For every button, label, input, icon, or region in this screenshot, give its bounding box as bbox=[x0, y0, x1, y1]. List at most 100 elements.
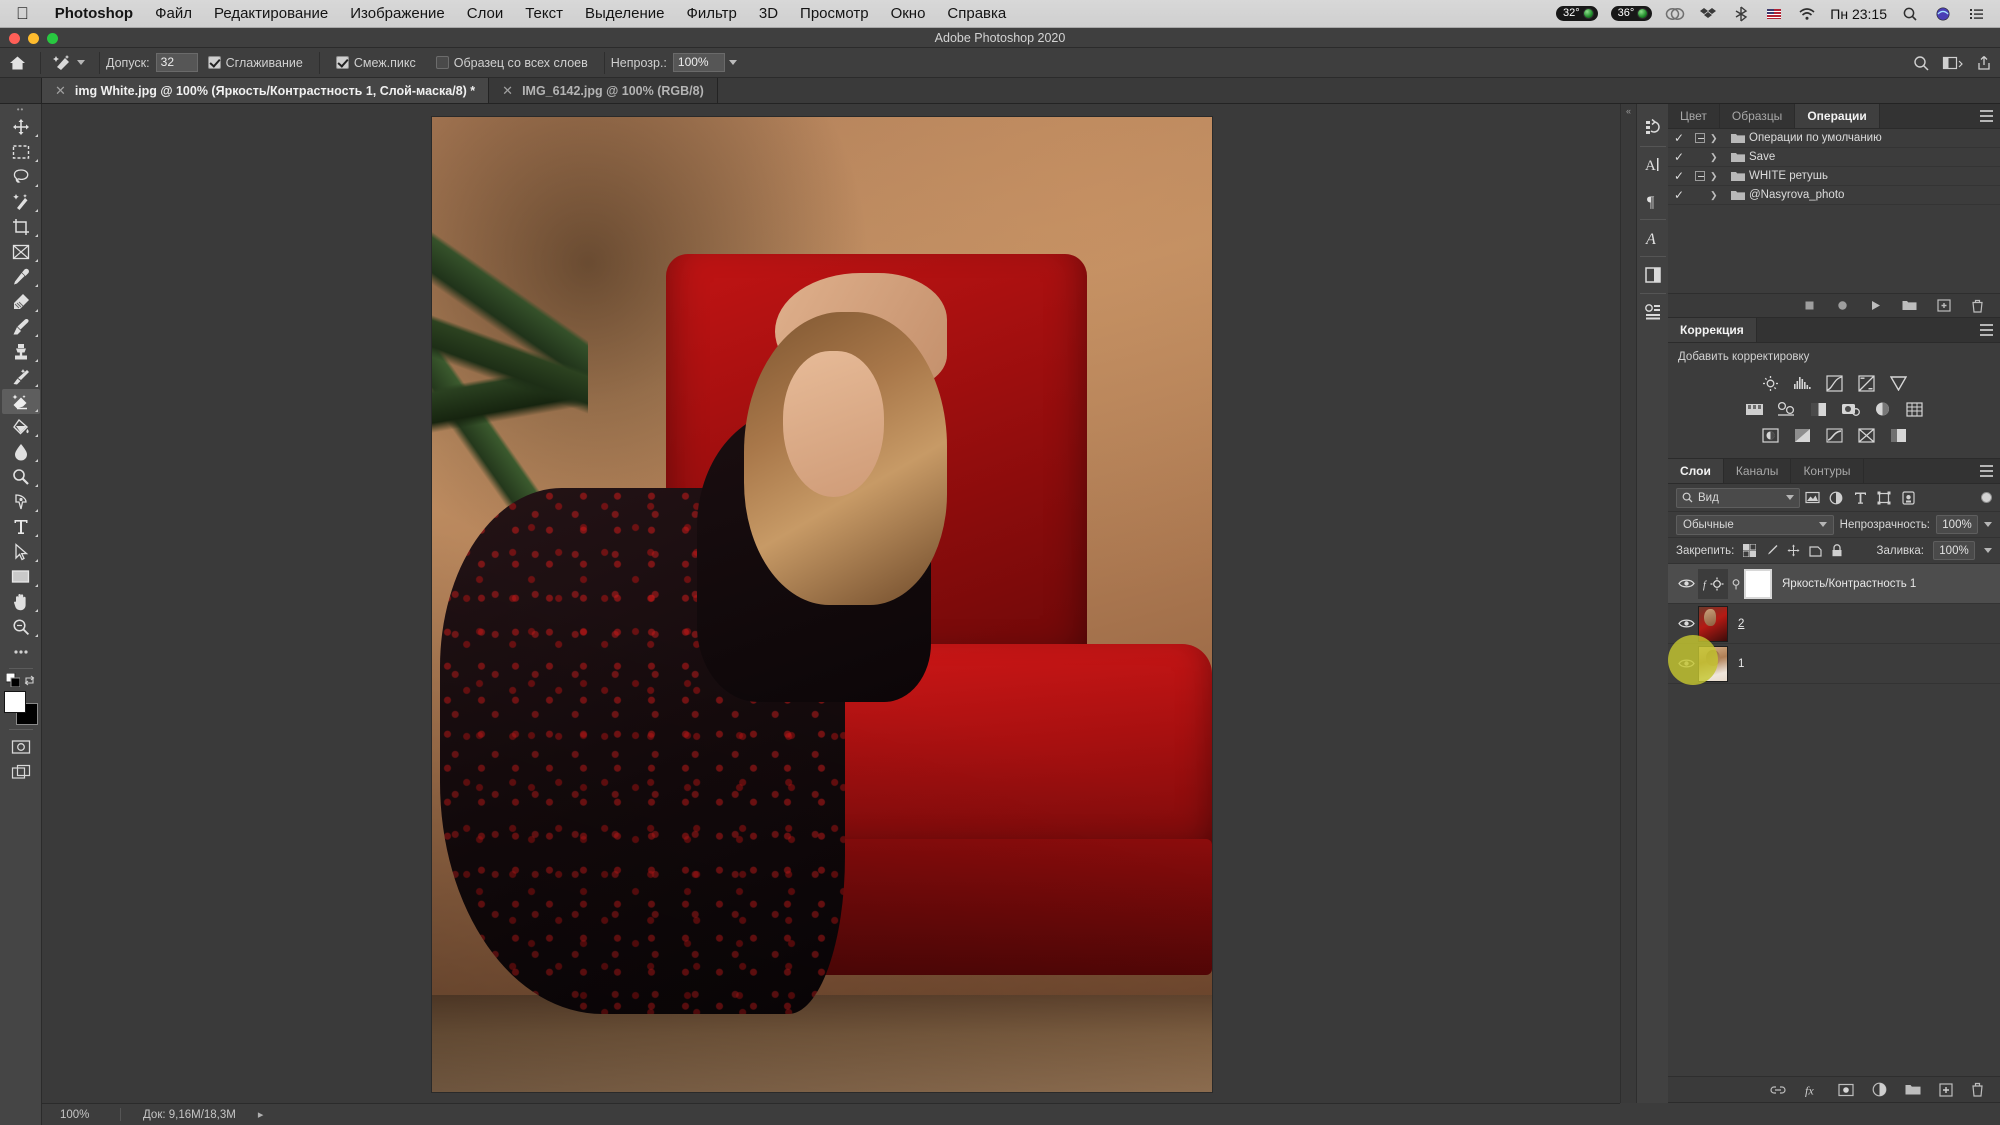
document-tab-active[interactable]: ✕ img White.jpg @ 100% (Яркость/Контраст… bbox=[42, 78, 490, 103]
layer-filter-select[interactable]: Вид bbox=[1676, 487, 1800, 508]
history-brush-tool[interactable] bbox=[2, 364, 40, 389]
add-mask-icon[interactable] bbox=[1838, 1083, 1854, 1097]
chevron-down-icon[interactable] bbox=[1786, 495, 1794, 500]
action-set-row[interactable]: ✓ ❯ WHITE ретушь bbox=[1668, 167, 2000, 186]
filter-adjustment-icon[interactable] bbox=[1824, 491, 1848, 505]
blur-tool[interactable] bbox=[2, 439, 40, 464]
action-set-row[interactable]: ✓ ❯ @Nasyrova_photo bbox=[1668, 186, 2000, 205]
panel-menu-icon[interactable] bbox=[1980, 324, 1993, 336]
close-icon[interactable]: ✕ bbox=[55, 83, 66, 99]
menu-window[interactable]: Окно bbox=[880, 5, 937, 22]
tab-swatches[interactable]: Образцы bbox=[1720, 104, 1796, 128]
sample-all-layers-checkbox[interactable]: Образец со всех слоев bbox=[435, 56, 588, 70]
tab-adjustments[interactable]: Коррекция bbox=[1668, 318, 1757, 342]
stop-icon[interactable] bbox=[1803, 299, 1816, 312]
action-enabled-check[interactable]: ✓ bbox=[1668, 188, 1690, 202]
photo-filter-icon[interactable] bbox=[1839, 399, 1861, 419]
chevron-down-icon[interactable] bbox=[1984, 548, 1992, 553]
pen-tool[interactable] bbox=[2, 489, 40, 514]
creative-cloud-icon[interactable] bbox=[1665, 5, 1685, 23]
notification-center-icon[interactable] bbox=[1966, 5, 1986, 23]
new-layer-icon[interactable] bbox=[1939, 1082, 1953, 1097]
exposure-icon[interactable] bbox=[1855, 373, 1877, 393]
tab-channels[interactable]: Каналы bbox=[1724, 459, 1792, 483]
action-modal-toggle[interactable] bbox=[1690, 171, 1710, 181]
rectangular-marquee-tool[interactable] bbox=[2, 139, 40, 164]
action-enabled-check[interactable]: ✓ bbox=[1668, 169, 1690, 183]
tab-paths[interactable]: Контуры bbox=[1791, 459, 1864, 483]
current-tool-preset[interactable] bbox=[47, 54, 93, 72]
default-colors-icon[interactable] bbox=[5, 673, 20, 687]
checkbox-box[interactable] bbox=[335, 56, 349, 69]
eraser-tool[interactable] bbox=[1, 389, 40, 414]
action-modal-toggle[interactable] bbox=[1690, 133, 1710, 143]
temperature-widget-gpu[interactable]: 36° bbox=[1610, 6, 1653, 21]
chevron-right-icon[interactable]: ❯ bbox=[1710, 152, 1727, 163]
layer-thumbnail[interactable] bbox=[1698, 605, 1728, 642]
filter-shape-icon[interactable] bbox=[1872, 491, 1896, 505]
menu-image[interactable]: Изображение bbox=[339, 5, 456, 22]
eye-icon[interactable] bbox=[1674, 658, 1698, 669]
chevron-right-icon[interactable]: ❯ bbox=[1710, 171, 1727, 182]
panel-menu-icon[interactable] bbox=[1980, 465, 1993, 477]
lock-position-icon[interactable] bbox=[1787, 544, 1800, 557]
filter-pixel-icon[interactable] bbox=[1800, 491, 1824, 504]
lock-all-icon[interactable] bbox=[1831, 544, 1843, 557]
link-layers-icon[interactable] bbox=[1770, 1084, 1786, 1096]
posterize-icon[interactable] bbox=[1791, 425, 1813, 445]
eyedropper-tool[interactable] bbox=[2, 264, 40, 289]
brightness-contrast-icon[interactable] bbox=[1759, 373, 1781, 393]
paragraph-icon[interactable]: ¶ bbox=[1638, 183, 1668, 219]
layer-row-pixel-1[interactable]: 1 bbox=[1668, 644, 2000, 684]
eye-icon[interactable] bbox=[1674, 618, 1698, 629]
menu-type[interactable]: Текст bbox=[514, 5, 574, 22]
new-action-icon[interactable] bbox=[1937, 299, 1951, 312]
toolbar-grip[interactable]: •• bbox=[0, 104, 41, 114]
quick-selection-tool[interactable] bbox=[2, 189, 40, 214]
move-tool[interactable] bbox=[2, 114, 40, 139]
layer-style-fx-icon[interactable]: fx bbox=[1804, 1083, 1820, 1097]
panel-collapse-rail[interactable]: « bbox=[1620, 104, 1636, 1103]
bluetooth-icon[interactable] bbox=[1731, 5, 1751, 23]
color-balance-icon[interactable] bbox=[1775, 399, 1797, 419]
path-selection-tool[interactable] bbox=[2, 539, 40, 564]
gradient-tool[interactable] bbox=[2, 414, 40, 439]
action-enabled-check[interactable]: ✓ bbox=[1668, 131, 1690, 145]
chevron-down-icon[interactable] bbox=[728, 60, 737, 65]
siri-icon[interactable] bbox=[1933, 5, 1953, 23]
menu-3d[interactable]: 3D bbox=[748, 5, 789, 22]
gradient-map-icon[interactable] bbox=[1855, 425, 1877, 445]
close-icon[interactable]: ✕ bbox=[502, 83, 513, 99]
rectangle-tool[interactable] bbox=[2, 564, 40, 589]
apple-logo-icon[interactable]:  bbox=[0, 5, 44, 22]
dodge-tool[interactable] bbox=[2, 464, 40, 489]
clone-stamp-tool[interactable] bbox=[2, 339, 40, 364]
tolerance-input[interactable]: 32 bbox=[155, 53, 198, 72]
keyboard-flag-icon[interactable] bbox=[1764, 5, 1784, 23]
selective-color-icon[interactable] bbox=[1887, 425, 1909, 445]
properties-icon[interactable] bbox=[1638, 294, 1668, 330]
tab-layers[interactable]: Слои bbox=[1668, 459, 1724, 483]
filter-smart-icon[interactable] bbox=[1896, 490, 1920, 505]
edit-toolbar-button[interactable] bbox=[2, 639, 40, 664]
new-group-icon[interactable] bbox=[1905, 1083, 1921, 1096]
panel-menu-icon[interactable] bbox=[1980, 110, 1993, 122]
search-icon[interactable] bbox=[1900, 5, 1920, 23]
action-set-row[interactable]: ✓ ❯ Операции по умолчанию bbox=[1668, 129, 2000, 148]
layer-row-adjustment[interactable]: f ⚲ Яркость/Контрастность 1 bbox=[1668, 564, 2000, 604]
chevron-right-icon[interactable]: ❯ bbox=[1710, 190, 1727, 201]
chevron-right-icon[interactable]: ❯ bbox=[1710, 133, 1727, 144]
chevron-down-icon[interactable] bbox=[77, 60, 85, 65]
home-icon[interactable] bbox=[0, 55, 34, 71]
hand-tool[interactable] bbox=[2, 589, 40, 614]
lock-artboard-icon[interactable] bbox=[1809, 544, 1822, 557]
vibrance-icon[interactable] bbox=[1887, 373, 1909, 393]
menu-select[interactable]: Выделение bbox=[574, 5, 675, 22]
checkbox-box[interactable] bbox=[435, 56, 449, 69]
channel-mixer-icon[interactable] bbox=[1871, 399, 1893, 419]
menu-edit[interactable]: Редактирование bbox=[203, 5, 339, 22]
levels-icon[interactable] bbox=[1791, 373, 1813, 393]
layer-opacity-input[interactable]: 100% bbox=[1936, 515, 1978, 534]
new-set-icon[interactable] bbox=[1902, 299, 1917, 312]
menu-photoshop[interactable]: Photoshop bbox=[44, 5, 144, 22]
